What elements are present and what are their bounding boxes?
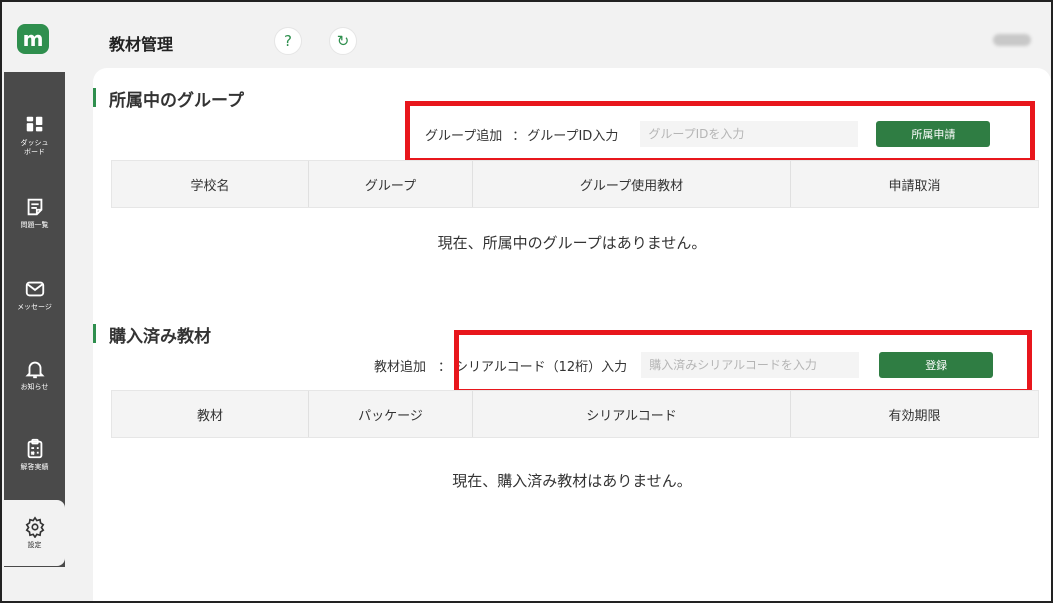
material-add-form: 教材追加 ： シリアルコード（12桁）入力 登録 — [374, 352, 994, 378]
sidebar-item-label: 解答実績 — [20, 463, 49, 471]
help-icon: ? — [284, 32, 292, 50]
groups-table-header: 学校名 グループ グループ使用教材 申請取消 — [111, 160, 1039, 208]
mail-icon — [25, 281, 44, 297]
dashboard-icon — [26, 116, 42, 131]
logo-area: m — [4, 4, 65, 72]
materials-section-title: 購入済み教材 — [93, 322, 211, 347]
help-button[interactable]: ? — [274, 27, 302, 55]
bell-icon — [24, 361, 45, 379]
group-add-label: グループ追加 — [425, 128, 503, 144]
group-id-input[interactable] — [640, 121, 859, 147]
refresh-button[interactable]: ↻ — [329, 27, 357, 55]
group-add-form: グループ追加 ： グループID入力 所属申請 — [425, 121, 991, 147]
groups-empty-message: 現在、所属中のグループはありません。 — [437, 234, 707, 252]
clipboard-icon — [27, 438, 42, 459]
column-header-expiry: 有効期限 — [888, 408, 941, 424]
column-header-material: 教材 — [112, 391, 309, 437]
group-add-separator: ： — [512, 128, 526, 144]
sidebar-item-results[interactable]: 解答実績 — [4, 422, 65, 488]
page-title: 教材管理 — [109, 35, 174, 54]
column-header-group-materials: グループ使用教材 — [473, 161, 791, 207]
column-header-serial-code: シリアルコード — [473, 391, 791, 437]
app-window: m ダッシュ ボード 問題一覧 メッセージ お知らせ 解答実績 設定 教材管理 … — [0, 0, 1053, 603]
sidebar-item-label: 問題一覧 — [20, 221, 49, 229]
gear-icon — [25, 516, 44, 538]
group-id-label: グループID入力 — [527, 128, 619, 144]
serial-code-input[interactable] — [641, 352, 860, 378]
sidebar: m ダッシュ ボード 問題一覧 メッセージ お知らせ 解答実績 設定 — [4, 4, 65, 601]
refresh-icon: ↻ — [336, 32, 350, 50]
sidebar-item-messages[interactable]: メッセージ — [4, 262, 65, 328]
column-header-group: グループ — [309, 161, 473, 207]
serial-code-label: シリアルコード（12桁）入力 — [455, 359, 628, 375]
material-add-label: 教材追加 — [374, 359, 427, 375]
main-content: 所属中のグループ グループ追加 ： グループID入力 所属申請 学校名 グループ… — [93, 68, 1051, 601]
sidebar-item-dashboard[interactable]: ダッシュ ボード — [4, 102, 65, 168]
sidebar-item-problems[interactable]: 問題一覧 — [4, 180, 65, 246]
sidebar-item-label: メッセージ — [17, 303, 52, 311]
column-header-cancel: 申請取消 — [888, 178, 941, 194]
user-avatar[interactable] — [993, 34, 1031, 46]
app-logo[interactable]: m — [17, 24, 49, 54]
column-header-package: パッケージ — [309, 391, 473, 437]
register-button[interactable]: 登録 — [879, 352, 994, 378]
document-icon — [27, 198, 42, 216]
materials-table-header: 教材 パッケージ シリアルコード 有効期限 — [111, 390, 1039, 438]
sidebar-item-notices[interactable]: お知らせ — [4, 342, 65, 408]
sidebar-item-label: ダッシュ ボード — [20, 138, 49, 156]
material-add-separator: ： — [438, 359, 452, 375]
materials-empty-message: 現在、購入済み教材はありません。 — [452, 472, 692, 490]
sidebar-footer — [4, 567, 65, 601]
groups-section-title: 所属中のグループ — [93, 86, 244, 111]
sidebar-item-settings[interactable]: 設定 — [4, 500, 65, 566]
sidebar-item-label: お知らせ — [20, 383, 49, 391]
group-apply-button[interactable]: 所属申請 — [876, 121, 991, 147]
sidebar-item-label: 設定 — [27, 541, 42, 549]
column-header-school: 学校名 — [112, 161, 309, 207]
header: 教材管理 ? ↻ — [65, 4, 1051, 70]
